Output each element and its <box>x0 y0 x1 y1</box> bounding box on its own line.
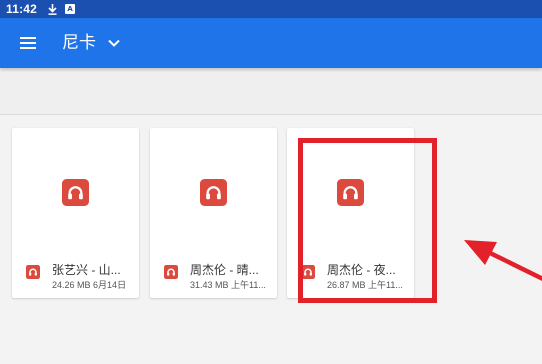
file-size: 24.26 MB <box>52 280 91 290</box>
headphones-icon <box>301 265 315 279</box>
file-grid: 张艺兴 - 山... 24.26 MB 6月14日 周杰伦 - 晴... 31.… <box>0 115 542 364</box>
menu-button[interactable] <box>16 31 40 55</box>
file-meta: 31.43 MB 上午11... <box>190 280 275 291</box>
headphones-icon <box>164 265 178 279</box>
headphones-icon <box>62 179 89 206</box>
headphones-icon <box>200 179 227 206</box>
file-size: 31.43 MB <box>190 280 229 290</box>
file-card[interactable]: 张艺兴 - 山... 24.26 MB 6月14日 <box>12 128 139 298</box>
a-notification-icon: A <box>65 4 76 14</box>
page-title: 尼卡 <box>62 33 96 52</box>
file-card[interactable]: 周杰伦 - 晴... 31.43 MB 上午11... <box>150 128 277 298</box>
app-bar: 尼卡 <box>0 18 542 68</box>
download-icon <box>48 3 57 15</box>
headphones-icon <box>337 179 364 206</box>
status-time: 11:42 <box>6 2 38 16</box>
file-meta: 24.26 MB 6月14日 <box>52 280 137 291</box>
toolbar-band <box>0 68 542 115</box>
menu-icon <box>20 37 36 49</box>
file-card[interactable]: 周杰伦 - 夜... 26.87 MB 上午11... <box>287 128 414 298</box>
file-name: 张艺兴 - 山... <box>52 263 121 277</box>
headphones-icon <box>26 265 40 279</box>
file-size: 26.87 MB <box>327 280 366 290</box>
file-date: 上午11... <box>231 280 266 290</box>
file-name: 周杰伦 - 夜... <box>327 263 396 277</box>
file-date: 上午11... <box>368 280 403 290</box>
chevron-down-icon <box>108 39 120 47</box>
folder-dropdown[interactable]: 尼卡 <box>58 30 124 56</box>
file-name: 周杰伦 - 晴... <box>190 263 259 277</box>
status-bar: 11:42 A <box>0 0 542 18</box>
file-meta: 26.87 MB 上午11... <box>327 280 412 291</box>
file-date: 6月14日 <box>93 280 127 290</box>
